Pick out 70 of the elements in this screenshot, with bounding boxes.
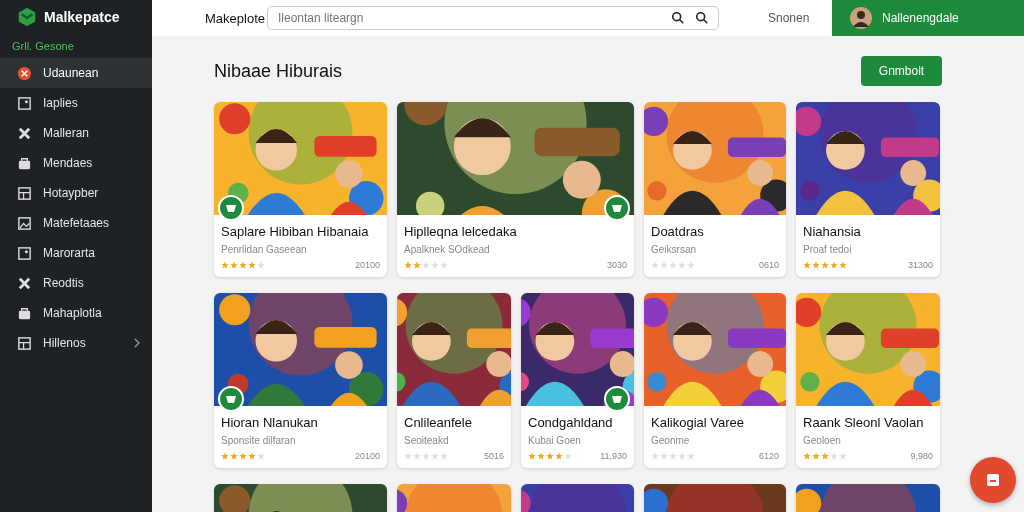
sidebar-item[interactable]: Udaunean	[0, 58, 152, 88]
price: 5016	[483, 451, 504, 461]
card-title: Raank Sleonl Vaolan	[803, 415, 925, 430]
app-name: Malkepatce	[44, 9, 120, 25]
sidebar-item[interactable]: Reodtis	[0, 268, 152, 298]
sidebar-item[interactable]: Mendaes	[0, 148, 152, 178]
card-title: Niahansia	[803, 224, 862, 239]
game-card[interactable]: Condgahldand Kubai Goen 11,930	[521, 293, 634, 468]
cross-icon	[17, 125, 32, 141]
picture-frame-icon	[17, 95, 32, 111]
cross-icon	[17, 275, 32, 291]
price: 6120	[758, 451, 779, 461]
sidebar-item[interactable]: Hotaypber	[0, 178, 152, 208]
section-label: Grll. Gesone	[11, 39, 75, 54]
user-menu[interactable]: Nallenengdale	[832, 0, 1024, 36]
game-card[interactable]: Hioran Nlanukan Sponsite dilfaran 20100	[214, 293, 387, 468]
sidebar-item[interactable]: Malleran	[0, 118, 152, 148]
game-card[interactable]: Kalikogial Varee Geonme 6120	[644, 293, 786, 468]
price: 11,930	[600, 451, 627, 461]
card-title: Saplare Hibiban Hibanaia	[221, 224, 370, 239]
game-card[interactable]: Cnlileanfele Seoiteakd 5016	[397, 293, 511, 468]
page-title: Nibaae Hiburais	[214, 60, 343, 82]
grid-icon	[17, 335, 32, 351]
image-icon	[17, 215, 32, 231]
picture-frame-icon	[17, 245, 32, 261]
grid-icon	[17, 185, 32, 201]
card-subtitle: Geonme	[651, 435, 691, 446]
sidebar-item[interactable]: Marorarta	[0, 238, 152, 268]
target-icon	[17, 65, 32, 81]
price: 31300	[907, 260, 933, 270]
price: 20100	[354, 451, 380, 461]
card-title: Doatdras	[651, 224, 705, 239]
bag-icon	[17, 305, 32, 321]
game-card[interactable]: Doatdras Geiksrsan 0610	[644, 102, 786, 277]
price: 3030	[606, 260, 627, 270]
sidebar-item[interactable]: Iaplies	[0, 88, 152, 118]
avatar-icon	[850, 7, 872, 29]
card-subtitle: Apalknek SOdkead	[404, 244, 491, 255]
card-title: Hioran Nlanukan	[221, 415, 319, 430]
sidebar-item[interactable]: Matefetaaes	[0, 208, 152, 238]
game-card[interactable]: Niahansia Proaf tedoi 31300	[796, 102, 940, 277]
card-subtitle: Proaf tedoi	[803, 244, 853, 255]
card-subtitle: Seoiteakd	[404, 435, 450, 446]
card-title: Cnlileanfele	[404, 415, 473, 430]
sidebar-item[interactable]: Hillenos	[0, 328, 152, 358]
action-button[interactable]: Gnmbolt	[861, 56, 942, 86]
nav-link[interactable]: Snonen	[768, 11, 810, 25]
game-card[interactable]: Saplare Hibiban Hibanaia Penrlidan Gaseean 20100	[214, 102, 387, 277]
logo-icon	[16, 6, 38, 28]
bag-icon	[17, 155, 32, 171]
game-card[interactable]: Raank Sleonl Vaolan Geoloen 9,980	[796, 293, 940, 468]
search-field[interactable]: Ileontan liteargn	[267, 6, 719, 30]
price: 20100	[354, 260, 380, 270]
game-card[interactable]: Hiplleqna lelcedaka Apalknek SOdkead 3030	[397, 102, 634, 277]
floating-action-button[interactable]	[970, 457, 1016, 503]
card-title: Condgahldand	[528, 415, 614, 430]
card-subtitle: Sponsite dilfaran	[221, 435, 297, 446]
card-subtitle: Kubai Goen	[528, 435, 582, 446]
card-subtitle: Geiksrsan	[651, 244, 697, 255]
card-subtitle: Penrlidan Gaseean	[221, 244, 308, 255]
card-subtitle: Geoloen	[803, 435, 842, 446]
search-icon[interactable]	[695, 11, 709, 25]
brand-name: Makeplote	[205, 10, 266, 26]
price: 9,980	[910, 451, 933, 461]
sidebar-item[interactable]: Mahaplotla	[0, 298, 152, 328]
save-icon	[985, 472, 1001, 488]
card-title: Hiplleqna lelcedaka	[404, 224, 518, 239]
search-icon[interactable]	[671, 11, 685, 25]
card-title: Kalikogial Varee	[651, 415, 745, 430]
price: 0610	[758, 260, 779, 270]
